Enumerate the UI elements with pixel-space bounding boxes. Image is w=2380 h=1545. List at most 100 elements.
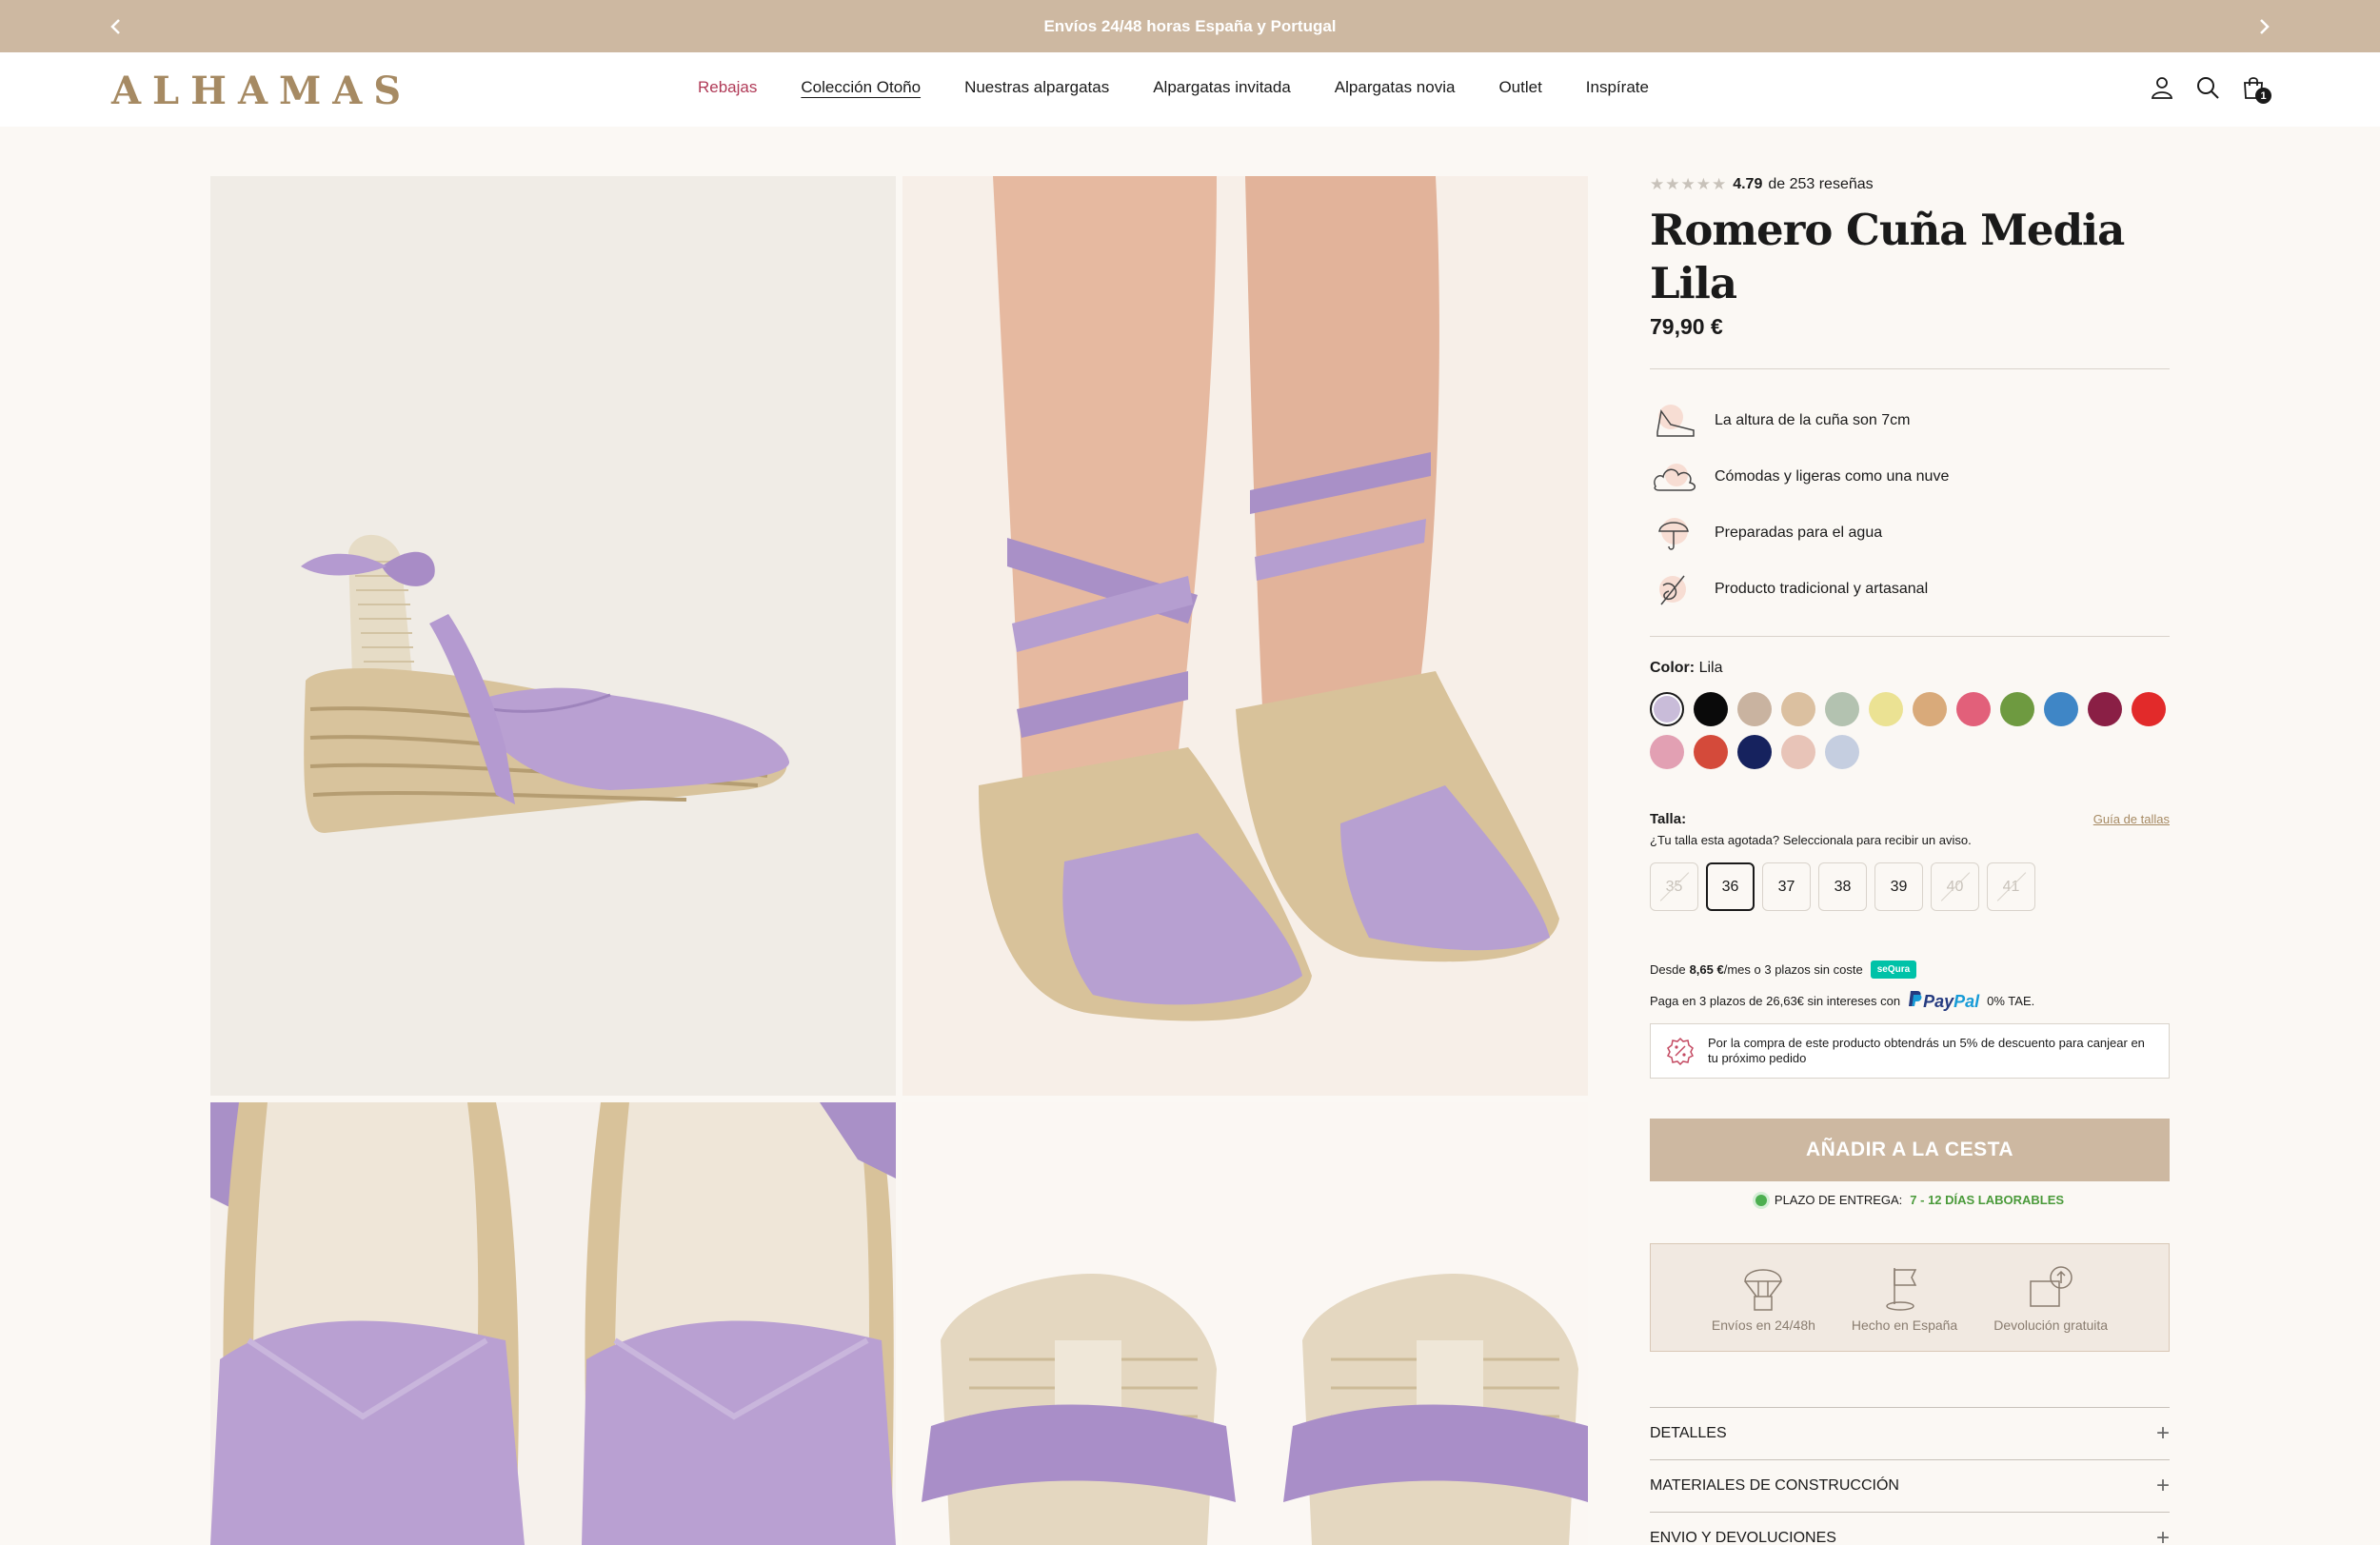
color-swatch[interactable] (1737, 692, 1772, 726)
product-image-back[interactable] (902, 1102, 1588, 1545)
size-note: ¿Tu talla esta agotada? Seleccionala par… (1650, 833, 1972, 847)
product-image-side[interactable] (210, 176, 896, 1096)
rating-value: 4.79 (1733, 176, 1763, 192)
search-button[interactable] (2195, 75, 2220, 100)
color-swatch[interactable] (1956, 692, 1991, 726)
nav-item-alpargatas-novia[interactable]: Alpargatas novia (1335, 78, 1456, 97)
feature-list: La altura de la cuña son 7cm Cómodas y l… (1650, 368, 2170, 637)
color-value: Lila (1698, 660, 1723, 676)
espadrille-top-image (210, 1102, 896, 1545)
cloud-icon (1650, 456, 1701, 498)
trust-item-made-in-spain: Hecho en España (1852, 1262, 1957, 1333)
color-swatch[interactable] (1781, 692, 1815, 726)
espadrille-side-image (210, 176, 896, 1096)
main-nav: Rebajas Colección Otoño Nuestras alparga… (698, 78, 1649, 97)
nav-item-alpargatas-invitada[interactable]: Alpargatas invitada (1153, 78, 1291, 97)
cart-count-badge: 1 (2255, 88, 2271, 104)
product-image-model[interactable] (902, 176, 1588, 1096)
announcement-prev-button[interactable] (88, 0, 145, 52)
color-swatch[interactable] (1869, 692, 1903, 726)
plus-icon: + (2155, 1525, 2170, 1545)
rating-summary[interactable]: ★★★★★ 4.79 de 253 reseñas (1650, 171, 2170, 198)
feature-text: Preparadas para el agua (1715, 524, 1883, 541)
trust-item-free-returns: Devolución gratuita (1993, 1262, 2108, 1333)
paypal-logo: PayPal (1908, 990, 1979, 1012)
color-swatch[interactable] (1694, 692, 1728, 726)
plus-icon: + (2155, 1473, 2170, 1498)
add-to-cart-button[interactable]: AÑADIR A LA CESTA (1650, 1119, 2170, 1181)
color-swatch[interactable] (1737, 735, 1772, 769)
feature-item: Preparadas para el agua (1650, 505, 2170, 561)
nav-item-inspirate[interactable]: Inspírate (1586, 78, 1649, 97)
rating-stars: ★★★★★ (1650, 175, 1728, 193)
nav-item-outlet[interactable]: Outlet (1498, 78, 1541, 97)
account-button[interactable] (2150, 75, 2174, 100)
chevron-left-icon (110, 18, 120, 34)
umbrella-icon (1650, 512, 1701, 554)
size-option-35[interactable]: 35 (1650, 862, 1698, 911)
announcement-next-button[interactable] (2235, 0, 2292, 52)
product-title: Romero Cuña Media Lila (1650, 205, 2125, 308)
product-accordion: DETALLES + MATERIALES DE CONSTRUCCIÓN + EN… (1650, 1407, 2170, 1545)
announcement-text: Envíos 24/48 horas España y Portugal (1043, 16, 1337, 35)
cart-button[interactable]: 1 (2241, 75, 2271, 104)
color-swatch[interactable] (1694, 735, 1728, 769)
color-swatch[interactable] (2132, 692, 2166, 726)
accordion-envio-devoluciones[interactable]: ENVIO Y DEVOLUCIONES + (1650, 1513, 2170, 1545)
accordion-materiales[interactable]: MATERIALES DE CONSTRUCCIÓN + (1650, 1460, 2170, 1513)
feature-item: Cómodas y ligeras como una nuve (1650, 448, 2170, 505)
flag-icon (1885, 1268, 1916, 1311)
color-swatch[interactable] (1825, 692, 1859, 726)
logo[interactable]: ALHAMAS (111, 69, 412, 113)
feature-text: La altura de la cuña son 7cm (1715, 411, 1911, 428)
user-icon (2151, 77, 2173, 99)
size-option-38[interactable]: 38 (1818, 862, 1867, 911)
accordion-detalles[interactable]: DETALLES + (1650, 1408, 2170, 1460)
size-option-39[interactable]: 39 (1874, 862, 1923, 911)
espadrille-model-image (902, 176, 1588, 1096)
feature-item: La altura de la cuña son 7cm (1650, 392, 2170, 448)
product-image-top[interactable] (210, 1102, 896, 1545)
search-icon (2197, 77, 2219, 99)
trust-badges: Envíos en 24/48h Hecho en España Devoluc… (1650, 1243, 2170, 1352)
nav-item-coleccion-otono[interactable]: Colección Otoño (801, 78, 921, 97)
size-label: Talla: (1650, 811, 1687, 827)
return-box-icon (2030, 1266, 2073, 1307)
wedge-shoe-icon (1650, 400, 1701, 442)
nav-item-nuestras-alpargatas[interactable]: Nuestras alpargatas (964, 78, 1109, 97)
size-guide-link[interactable]: Guía de tallas (2093, 812, 2170, 826)
nav-item-rebajas[interactable]: Rebajas (698, 78, 757, 97)
color-swatch[interactable] (2088, 692, 2122, 726)
color-swatch[interactable] (1825, 735, 1859, 769)
paypal-financing[interactable]: Paga en 3 plazos de 26,63€ sin intereses… (1650, 989, 2170, 1012)
size-option-40[interactable]: 40 (1931, 862, 1979, 911)
color-swatch[interactable] (1650, 692, 1684, 726)
parachute-box-icon (1744, 1269, 1783, 1311)
announcement-bar: Envíos 24/48 horas España y Portugal (0, 0, 2380, 52)
delivery-info: PLAZO DE ENTREGA: 7 - 12 DÍAS LABORABLES (1650, 1193, 2170, 1207)
discount-notice: Por la compra de este producto obtendrás… (1650, 1023, 2170, 1079)
discount-badge-icon (1666, 1037, 1695, 1065)
product-price: 79,90 € (1650, 314, 1723, 339)
size-option-37[interactable]: 37 (1762, 862, 1811, 911)
size-option-41[interactable]: 41 (1987, 862, 2035, 911)
product-info: ★★★★★ 4.79 de 253 reseñas Romero Cuña Me… (1650, 171, 2170, 1545)
feature-text: Cómodas y ligeras como una nuve (1715, 467, 1950, 485)
color-swatch[interactable] (2044, 692, 2078, 726)
color-swatches (1650, 692, 2170, 769)
site-header: ALHAMAS Rebajas Colección Otoño Nuestras… (0, 52, 2380, 127)
size-option-36[interactable]: 36 (1706, 862, 1755, 911)
feature-item: Producto tradicional y artasanal (1650, 561, 2170, 617)
delivery-status-dot (1755, 1194, 1767, 1206)
espadrille-back-image (902, 1102, 1588, 1545)
size-options: 35 36 37 38 39 40 41 (1650, 862, 2170, 911)
discount-text: Por la compra de este producto obtendrás… (1708, 1036, 2145, 1065)
reviews-count: de 253 reseñas (1768, 176, 1874, 192)
color-swatch[interactable] (2000, 692, 2034, 726)
chevron-right-icon (2260, 18, 2270, 34)
color-swatch[interactable] (1781, 735, 1815, 769)
sequra-financing[interactable]: Desde 8,65 € /mes o 3 plazos sin coste s… (1650, 957, 2170, 981)
color-swatch[interactable] (1913, 692, 1947, 726)
color-swatch[interactable] (1650, 735, 1684, 769)
color-label: Color: Lila (1650, 660, 1723, 676)
